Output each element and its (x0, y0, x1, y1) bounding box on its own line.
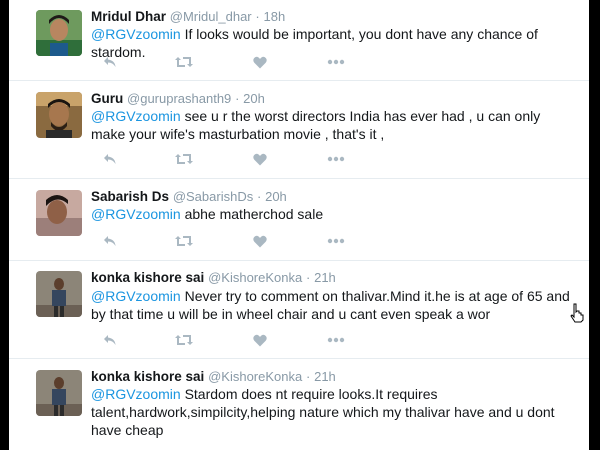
tweet-text: @RGVzoomin Never try to comment on thali… (91, 287, 577, 323)
tweet-timeline: Mridul Dhar @Mridul_dhar · 18h @RGVzoomi… (9, 0, 589, 450)
reply-icon[interactable] (103, 151, 117, 167)
user-handle[interactable]: @KishoreKonka (208, 369, 302, 384)
reply-icon[interactable] (103, 233, 117, 249)
avatar[interactable] (36, 370, 82, 416)
more-icon[interactable] (327, 233, 345, 249)
tweet[interactable]: Mridul Dhar @Mridul_dhar · 18h @RGVzoomi… (9, 0, 589, 81)
more-icon[interactable] (327, 54, 345, 70)
avatar[interactable] (36, 190, 82, 236)
reply-icon[interactable] (103, 332, 117, 348)
tweet-text: @RGVzoomin abhe matherchod sale (91, 205, 577, 223)
retweet-icon[interactable] (175, 332, 193, 348)
tweet-header: Guru @guruprashanth9 · 20h (91, 91, 265, 107)
timestamp[interactable]: 21h (314, 270, 336, 285)
heart-icon[interactable] (253, 233, 267, 249)
tweet-actions (91, 54, 351, 74)
display-name[interactable]: Sabarish Ds (91, 189, 169, 204)
avatar[interactable] (36, 92, 82, 138)
retweet-icon[interactable] (175, 233, 193, 249)
timestamp[interactable]: 20h (243, 91, 265, 106)
separator-dot: · (305, 369, 311, 384)
heart-icon[interactable] (253, 54, 267, 70)
screenshot-frame: Mridul Dhar @Mridul_dhar · 18h @RGVzoomi… (0, 0, 600, 450)
tweet-text: @RGVzoomin see u r the worst directors I… (91, 107, 577, 143)
tweet[interactable]: Sabarish Ds @SabarishDs · 20h @RGVzoomin… (9, 179, 589, 261)
user-handle[interactable]: @guruprashanth9 (127, 91, 231, 106)
retweet-icon[interactable] (175, 54, 193, 70)
tweet[interactable]: konka kishore sai @KishoreKonka · 21h @R… (9, 359, 589, 450)
more-icon[interactable] (327, 332, 345, 348)
mention-link[interactable]: @RGVzoomin (91, 108, 181, 124)
more-icon[interactable] (327, 151, 345, 167)
hand-pointer-icon (570, 303, 584, 323)
tweet-header: konka kishore sai @KishoreKonka · 21h (91, 270, 336, 286)
tweet[interactable]: konka kishore sai @KishoreKonka · 21h @R… (9, 261, 589, 359)
tweet-actions (91, 332, 351, 352)
tweet-text: @RGVzoomin Stardom does nt require looks… (91, 385, 567, 439)
user-handle[interactable]: @Mridul_dhar (170, 9, 252, 24)
timestamp[interactable]: 18h (264, 9, 286, 24)
separator-dot: · (235, 91, 240, 106)
avatar[interactable] (36, 10, 82, 56)
mention-link[interactable]: @RGVzoomin (91, 386, 181, 402)
heart-icon[interactable] (253, 332, 267, 348)
display-name[interactable]: Guru (91, 91, 123, 106)
mention-link[interactable]: @RGVzoomin (91, 288, 181, 304)
separator-dot: · (255, 9, 260, 24)
tweet-body: abhe matherchod sale (180, 206, 324, 222)
timestamp[interactable]: 21h (314, 369, 336, 384)
tweet-header: konka kishore sai @KishoreKonka · 21h (91, 369, 336, 385)
heart-icon[interactable] (253, 151, 267, 167)
tweet[interactable]: Guru @guruprashanth9 · 20h @RGVzoomin se… (9, 81, 589, 179)
mention-link[interactable]: @RGVzoomin (91, 26, 181, 42)
tweet-actions (91, 233, 351, 253)
user-handle[interactable]: @SabarishDs (173, 189, 253, 204)
separator-dot: · (305, 270, 311, 285)
display-name[interactable]: konka kishore sai (91, 270, 204, 285)
tweet-actions (91, 151, 351, 171)
separator-dot: · (256, 189, 262, 204)
display-name[interactable]: Mridul Dhar (91, 9, 166, 24)
tweet-header: Mridul Dhar @Mridul_dhar · 18h (91, 9, 285, 25)
mention-link[interactable]: @RGVzoomin (91, 206, 181, 222)
avatar[interactable] (36, 271, 82, 317)
user-handle[interactable]: @KishoreKonka (208, 270, 302, 285)
timestamp[interactable]: 20h (265, 189, 287, 204)
display-name[interactable]: konka kishore sai (91, 369, 204, 384)
tweet-header: Sabarish Ds @SabarishDs · 20h (91, 189, 287, 205)
retweet-icon[interactable] (175, 151, 193, 167)
reply-icon[interactable] (103, 54, 117, 70)
